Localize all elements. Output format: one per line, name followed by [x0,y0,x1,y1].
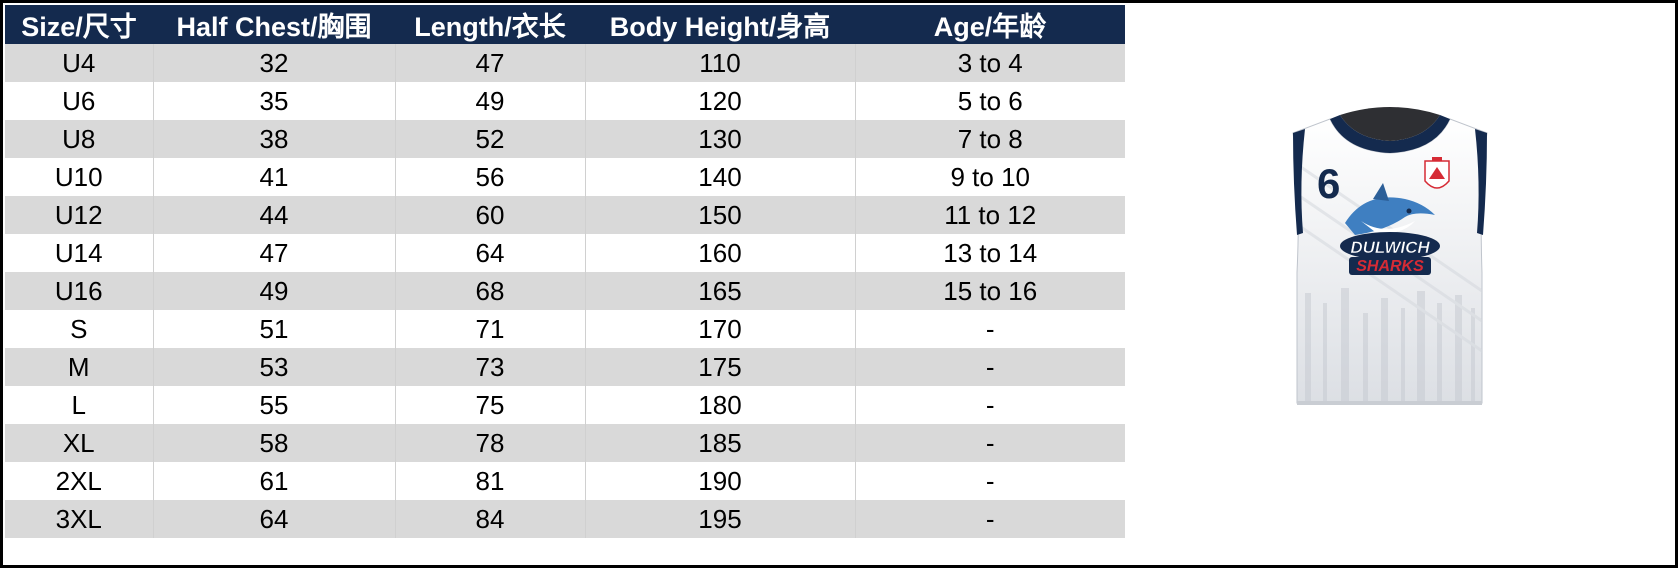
cell-length: 47 [394,44,585,82]
table-row: XL 58 78 185- [5,424,1125,462]
table-row: U16 49 68 165 15 to 16 [5,272,1125,310]
cell-body-height: 180 [584,386,855,424]
table-row: 3XL 64 84 195- [5,500,1125,538]
cell-size: U10 [5,158,153,196]
table-row: S 51 71 170- [5,310,1125,348]
cell-age: 5 to 6 [854,82,1125,120]
table-row: U12 44 60 150 11 to 12 [5,196,1125,234]
cell-age: 13 to 14 [854,234,1125,272]
table-row: U8 38 52 130 7 to 8 [5,120,1125,158]
cell-length: 73 [394,348,585,386]
jersey-image: 6 DULWICH SHARKS [1275,103,1505,413]
cell-body-height: 110 [584,44,855,82]
cell-length: 68 [394,272,585,310]
crest-icon [1424,157,1450,189]
header-size: Size/尺寸 [5,5,153,44]
cell-half-chest: 64 [152,500,395,538]
cell-age: 3 to 4 [854,44,1125,82]
header-body-height: Body Height/身高 [585,5,855,44]
cell-body-height: 130 [584,120,855,158]
cell-size: 3XL [5,500,153,538]
cell-length: 56 [394,158,585,196]
size-chart-table: Size/尺寸 Half Chest/胸围 Length/衣长 Body Hei… [5,5,1125,538]
cell-age: 15 to 16 [854,272,1125,310]
cell-half-chest: 49 [152,272,395,310]
cell-age: - [854,310,1125,348]
team-name-line1: DULWICH [1350,238,1430,257]
cell-age: 9 to 10 [854,158,1125,196]
cell-half-chest: 32 [152,44,395,82]
cell-length: 52 [394,120,585,158]
cell-half-chest: 53 [152,348,395,386]
cell-size: L [5,386,153,424]
cell-age: - [854,348,1125,386]
header-age: Age/年龄 [855,5,1125,44]
cell-age: - [854,500,1125,538]
table-row: L 55 75 180- [5,386,1125,424]
cell-half-chest: 41 [152,158,395,196]
cell-body-height: 160 [584,234,855,272]
cell-size: U12 [5,196,153,234]
team-name-line2: SHARKS [1356,258,1424,275]
size-chart-body: U4 32 47 110 3 to 4 U6 35 49 120 5 to 6 U8 38 52 130 7… [5,44,1125,538]
cell-length: 60 [394,196,585,234]
cell-size: U14 [5,234,153,272]
cell-age: - [854,386,1125,424]
cell-body-height: 150 [584,196,855,234]
cell-size: U8 [5,120,153,158]
cell-half-chest: 61 [152,462,395,500]
cell-age: 11 to 12 [854,196,1125,234]
cell-length: 64 [394,234,585,272]
cell-length: 78 [394,424,585,462]
cell-half-chest: 55 [152,386,395,424]
cell-length: 49 [394,82,585,120]
cell-half-chest: 38 [152,120,395,158]
table-row: U14 47 64 160 13 to 14 [5,234,1125,272]
cell-length: 81 [394,462,585,500]
cell-half-chest: 47 [152,234,395,272]
cell-length: 71 [394,310,585,348]
header-row: Size/尺寸 Half Chest/胸围 Length/衣长 Body Hei… [5,5,1125,44]
cell-size: U4 [5,44,153,82]
cell-size: S [5,310,153,348]
header-half-chest: Half Chest/胸围 [153,5,395,44]
size-chart-frame: Size/尺寸 Half Chest/胸围 Length/衣长 Body Hei… [0,0,1678,568]
cell-half-chest: 51 [152,310,395,348]
cell-half-chest: 44 [152,196,395,234]
cell-body-height: 195 [584,500,855,538]
table-row: U10 41 56 140 9 to 10 [5,158,1125,196]
cell-age: - [854,424,1125,462]
cell-age: 7 to 8 [854,120,1125,158]
cell-size: XL [5,424,153,462]
cell-body-height: 185 [584,424,855,462]
cell-length: 84 [394,500,585,538]
cell-half-chest: 35 [152,82,395,120]
cell-size: M [5,348,153,386]
hem [1297,401,1482,405]
jersey-number: 6 [1317,160,1340,207]
cell-length: 75 [394,386,585,424]
table-row: 2XL 61 81 190- [5,462,1125,500]
table-row: M 53 73 175- [5,348,1125,386]
table-row: U4 32 47 110 3 to 4 [5,44,1125,82]
cell-age: - [854,462,1125,500]
table-row: U6 35 49 120 5 to 6 [5,82,1125,120]
cell-body-height: 165 [584,272,855,310]
header-length: Length/衣长 [395,5,585,44]
cell-size: 2XL [5,462,153,500]
cell-size: U6 [5,82,153,120]
cell-half-chest: 58 [152,424,395,462]
cell-body-height: 120 [584,82,855,120]
cell-size: U16 [5,272,153,310]
cell-body-height: 140 [584,158,855,196]
cell-body-height: 190 [584,462,855,500]
cell-body-height: 170 [584,310,855,348]
cell-body-height: 175 [584,348,855,386]
